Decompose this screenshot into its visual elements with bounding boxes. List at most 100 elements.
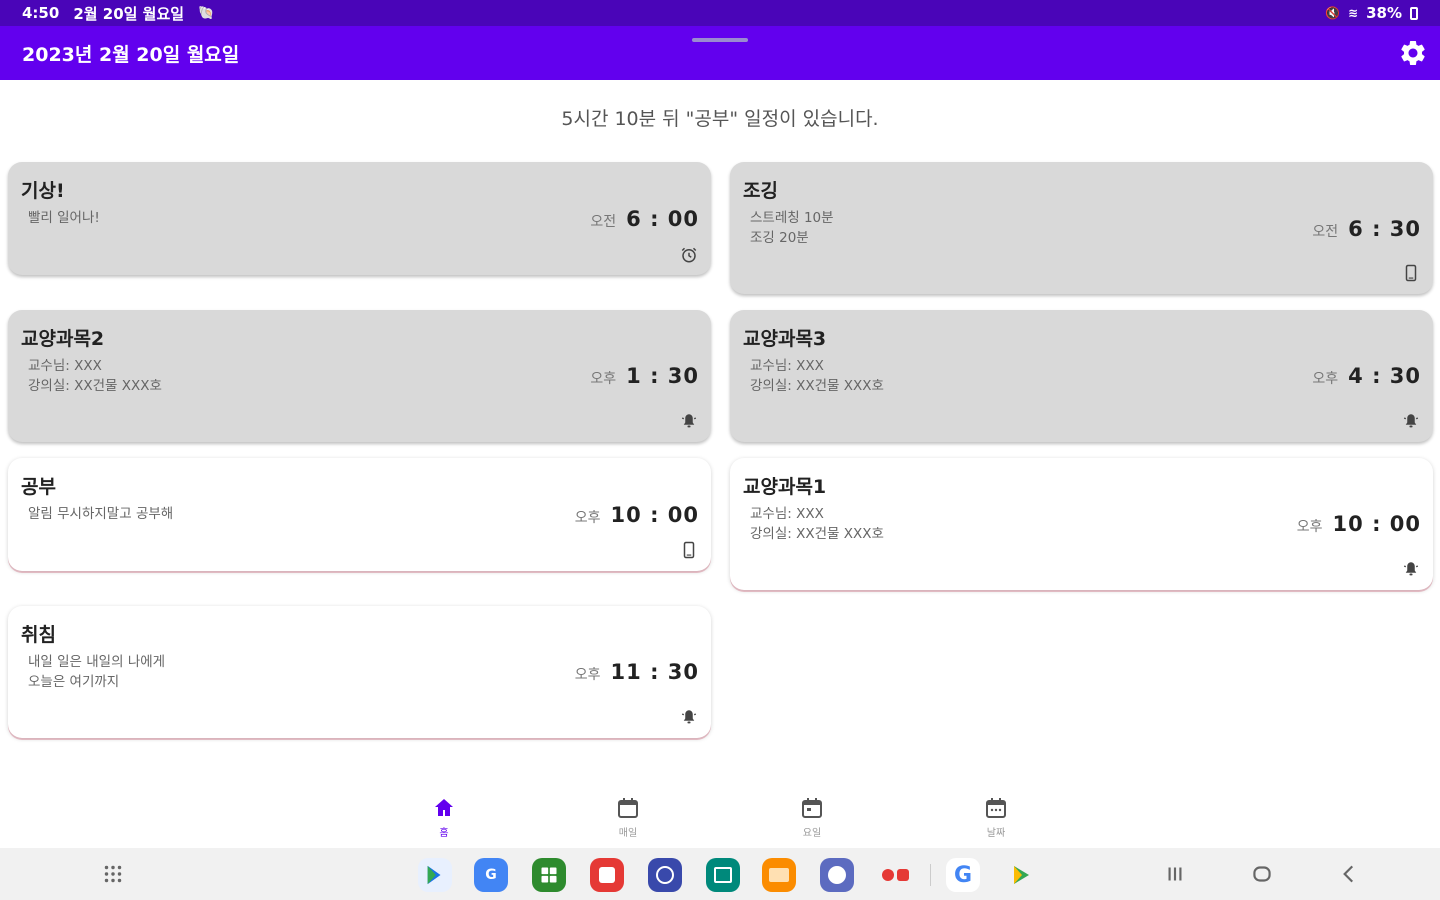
bottom-navigation: 홈 매일 요일 날짜 (0, 790, 1440, 846)
card-time: 오후 4 : 30 (1312, 364, 1421, 388)
back-icon[interactable] (1336, 860, 1362, 888)
card-description-line: 오늘은 여기까지 (28, 674, 120, 690)
nav-label: 날짜 (986, 828, 1006, 839)
card-description-line: 빨리 일어나! (28, 210, 100, 226)
translate-icon[interactable]: G (474, 858, 508, 892)
nav-weekday[interactable]: 요일 (782, 796, 842, 839)
card-clock: 10 : 00 (610, 503, 699, 527)
schedule-card[interactable]: 교양과목2 교수님: XXX 강의실: XX건물 XXX호 오후 1 : 30 (8, 310, 711, 442)
notes-icon[interactable] (590, 858, 624, 892)
card-description-line: 교수님: XXX (750, 358, 824, 374)
status-bar: 4:50 2월 20일 월요일 🐚 🔇 ≋ 38% (0, 0, 1440, 26)
card-description: 교수님: XXX 강의실: XX건물 XXX호 (750, 504, 884, 544)
taskbar-divider (930, 864, 931, 886)
bell-icon (681, 414, 697, 428)
card-title: 공부 (21, 476, 56, 498)
card-description-line: 내일 일은 내일의 나에게 (28, 654, 166, 670)
schedule-card[interactable]: 공부 알림 무시하지말고 공부해 오후 10 : 00 (8, 458, 711, 571)
schedule-card[interactable]: 기상! 빨리 일어나! 오전 6 : 00 (8, 162, 711, 275)
card-title: 교양과목1 (743, 476, 827, 498)
upcoming-schedule-notice: 5시간 10분 뒤 "공부" 일정이 있습니다. (561, 108, 879, 130)
bell-icon (681, 710, 697, 724)
card-description-line: 강의실: XX건물 XXX호 (750, 526, 884, 542)
schedule-card[interactable]: 교양과목3 교수님: XXX 강의실: XX건물 XXX호 오후 4 : 30 (730, 310, 1433, 442)
card-ampm: 오전 (1312, 224, 1339, 240)
nav-label: 매일 (618, 828, 638, 839)
nav-label: 요일 (802, 828, 822, 839)
phone-icon (1405, 264, 1417, 282)
card-clock: 11 : 30 (610, 660, 699, 684)
calendar-app-icon[interactable] (706, 858, 740, 892)
card-clock: 10 : 00 (1332, 512, 1421, 536)
card-clock: 4 : 30 (1348, 364, 1421, 388)
card-description: 스트레칭 10분 조깅 20분 (750, 208, 834, 248)
card-description-line: 스트레칭 10분 (750, 210, 834, 226)
card-description-line: 강의실: XX건물 XXX호 (750, 378, 884, 394)
card-title: 기상! (21, 180, 65, 202)
card-time: 오후 1 : 30 (590, 364, 699, 388)
card-title: 조깅 (743, 180, 778, 202)
play-games-icon[interactable] (1004, 858, 1038, 892)
battery-level: 38% (1366, 4, 1402, 22)
gear-icon[interactable] (1398, 38, 1428, 68)
play-store-icon[interactable] (418, 858, 452, 892)
home-icon (435, 799, 453, 816)
mute-icon: 🔇 (1325, 6, 1341, 20)
alarm-icon (681, 247, 697, 263)
chat-icon[interactable] (820, 858, 854, 892)
card-time: 오전 6 : 00 (590, 207, 699, 231)
card-time: 오후 11 : 30 (575, 660, 699, 684)
card-ampm: 오후 (574, 667, 601, 683)
nav-date[interactable]: 날짜 (966, 796, 1026, 839)
schedule-card[interactable]: 취침 내일 일은 내일의 나에게 오늘은 여기까지 오후 11 : 30 (8, 606, 711, 738)
card-clock: 6 : 00 (626, 207, 699, 231)
phone-icon (683, 541, 695, 559)
calendar-icon (802, 798, 822, 818)
battery-icon (1410, 6, 1418, 20)
card-ampm: 오후 (574, 510, 601, 526)
app-drawer-icon[interactable] (100, 860, 126, 888)
recent-apps-icon[interactable] (1162, 860, 1188, 888)
card-title: 취침 (21, 624, 56, 646)
card-ampm: 오후 (590, 371, 617, 387)
card-description-line: 교수님: XXX (750, 506, 824, 522)
card-description: 내일 일은 내일의 나에게 오늘은 여기까지 (28, 652, 165, 692)
card-time: 오후 10 : 00 (575, 503, 699, 527)
schedule-card[interactable]: 교양과목1 교수님: XXX 강의실: XX건물 XXX호 오후 10 : 00 (730, 458, 1433, 590)
wifi-icon: ≋ (1348, 6, 1359, 20)
compass-icon[interactable] (648, 858, 682, 892)
app-bar: 2023년 2월 20일 월요일 (0, 26, 1440, 80)
home-button-icon[interactable] (1249, 860, 1275, 888)
drag-handle[interactable] (692, 38, 748, 42)
card-description-line: 강의실: XX건물 XXX호 (28, 378, 162, 394)
schedule-card[interactable]: 조깅 스트레칭 10분 조깅 20분 오전 6 : 30 (730, 162, 1433, 294)
card-description: 교수님: XXX 강의실: XX건물 XXX호 (750, 356, 884, 396)
bell-icon (1403, 562, 1419, 576)
nav-home[interactable]: 홈 (414, 796, 474, 839)
taskbar: G G (0, 848, 1440, 900)
folder-icon[interactable] (762, 858, 796, 892)
card-description: 알림 무시하지말고 공부해 (28, 504, 173, 524)
card-title: 교양과목3 (743, 328, 827, 350)
card-clock: 1 : 30 (626, 364, 699, 388)
calendar-icon (986, 798, 1006, 818)
card-description: 빨리 일어나! (28, 208, 100, 228)
card-description-line: 교수님: XXX (28, 358, 102, 374)
bell-icon (1403, 414, 1419, 428)
card-description-line: 알림 무시하지말고 공부해 (28, 506, 174, 522)
card-ampm: 오후 (1296, 519, 1323, 535)
card-ampm: 오전 (590, 214, 617, 230)
nav-label: 홈 (439, 828, 449, 839)
status-time: 4:50 (22, 4, 60, 22)
status-date: 2월 20일 월요일 (73, 4, 185, 23)
calculator-icon[interactable] (532, 858, 566, 892)
card-title: 교양과목2 (21, 328, 105, 350)
card-time: 오후 10 : 00 (1297, 512, 1421, 536)
google-icon[interactable]: G (946, 858, 980, 892)
card-time: 오전 6 : 30 (1312, 217, 1421, 241)
calendar-icon (618, 798, 638, 818)
nav-daily[interactable]: 매일 (598, 796, 658, 839)
card-description: 교수님: XXX 강의실: XX건물 XXX호 (28, 356, 162, 396)
card-description-line: 조깅 20분 (750, 230, 809, 246)
camera-icon[interactable] (878, 858, 912, 892)
